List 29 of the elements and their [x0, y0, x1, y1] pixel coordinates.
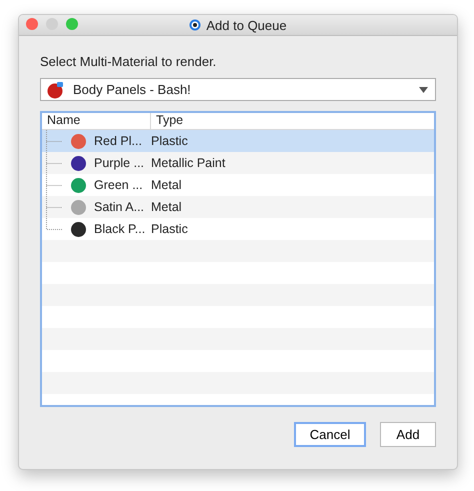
- material-name: Green ...: [94, 178, 143, 192]
- caret-icon: [419, 86, 428, 92]
- material-type: Plastic: [151, 134, 188, 148]
- zoom-button[interactable]: [66, 18, 78, 30]
- tree-line-icon: [46, 174, 62, 196]
- tree-line-icon: [46, 152, 62, 174]
- material-row[interactable]: Red Pl... Plastic: [42, 130, 434, 152]
- tree-line-icon: [46, 130, 62, 152]
- app-icon: [189, 19, 202, 31]
- add-button[interactable]: Add: [380, 422, 436, 447]
- material-type: Plastic: [151, 222, 188, 236]
- column-header[interactable]: Type: [151, 113, 184, 129]
- prompt-label: Select Multi-Material to render.: [40, 54, 218, 69]
- material-type: Metal: [151, 178, 182, 192]
- column-header[interactable]: Name: [42, 113, 151, 129]
- cancel-button[interactable]: Cancel: [294, 422, 366, 447]
- sphere-icon: [47, 80, 65, 98]
- material-name: Satin A...: [94, 200, 144, 214]
- window-title: Add to Queue: [206, 18, 287, 32]
- close-button[interactable]: [26, 18, 38, 30]
- material-type: Metal: [151, 200, 182, 214]
- material-type: Metallic Paint: [151, 156, 226, 170]
- material-name: Red Pl...: [94, 134, 142, 148]
- material-row[interactable]: Purple ... Metallic Paint: [42, 152, 434, 174]
- material-name: Black P...: [94, 222, 146, 236]
- minimize-button[interactable]: [46, 18, 58, 30]
- material-name: Purple ...: [94, 156, 144, 170]
- material-row[interactable]: Satin A... Metal: [42, 196, 434, 218]
- material-dropdown[interactable]: Body Panels - Bash!: [40, 78, 436, 101]
